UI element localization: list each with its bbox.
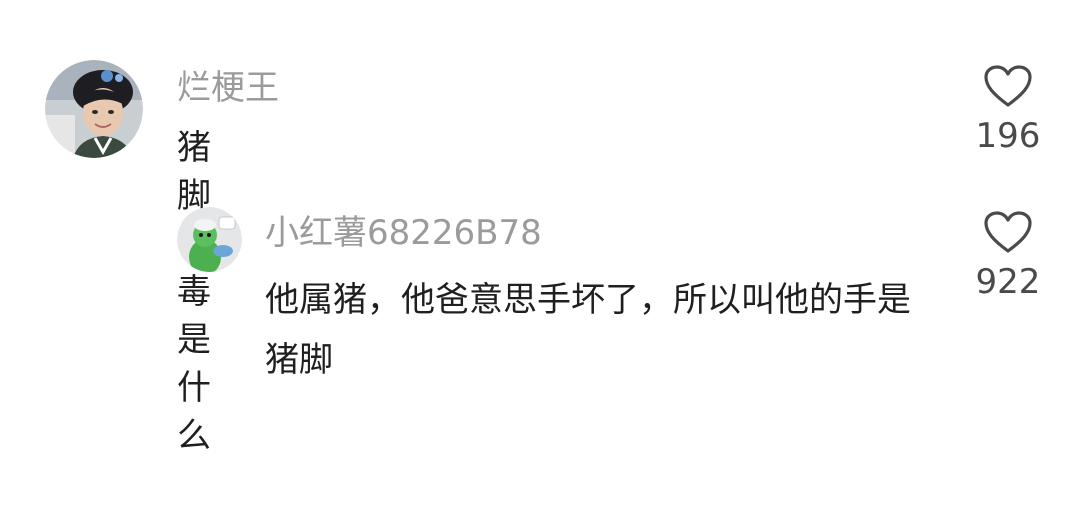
comment-text: 猪脚中毒是什么 (177, 128, 211, 456)
like-button[interactable]: 196 (973, 64, 1043, 156)
comment-username[interactable]: 烂梗王 (177, 66, 279, 110)
reply-text: 他属猪，他爸意思手坏了，所以叫他的手是猪脚 (265, 280, 911, 380)
heart-icon[interactable] (983, 64, 1033, 108)
green-cartoon-icon (177, 207, 242, 272)
person-photo-icon (45, 60, 143, 158)
heart-icon[interactable] (983, 210, 1033, 254)
like-count: 196 (975, 116, 1041, 156)
avatar[interactable] (45, 60, 143, 158)
avatar[interactable] (177, 207, 242, 272)
like-button[interactable]: 922 (973, 210, 1043, 302)
reply-username[interactable]: 小红薯68226B78 (265, 210, 542, 256)
like-count: 922 (975, 262, 1041, 302)
